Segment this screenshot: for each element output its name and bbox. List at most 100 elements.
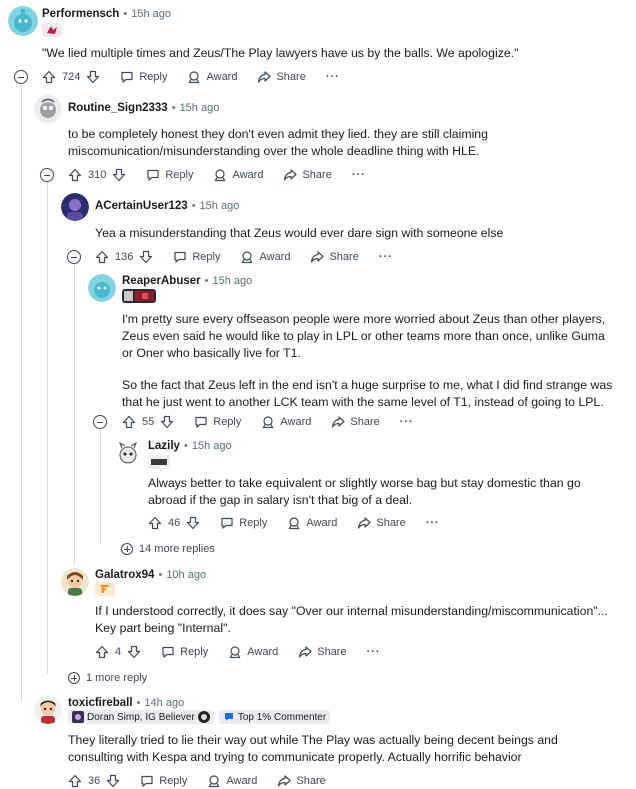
avatar[interactable]: [114, 439, 142, 467]
comment-text: I'm pretty sure every offseason people w…: [122, 312, 606, 360]
downvote-icon[interactable]: [160, 415, 174, 429]
share-icon: [277, 774, 291, 788]
reply-button[interactable]: Reply: [194, 415, 241, 429]
comment-meta: ACertainUser123 • 15h ago: [95, 199, 239, 213]
avatar[interactable]: [34, 696, 62, 724]
share-button[interactable]: Share: [331, 415, 380, 429]
avatar[interactable]: [8, 6, 38, 36]
more-replies-label: 1 more reply: [86, 672, 148, 684]
share-button[interactable]: Share: [257, 70, 306, 84]
award-button[interactable]: Award: [213, 168, 263, 182]
reply-icon: [146, 168, 160, 182]
more-options-button[interactable]: ···: [426, 517, 440, 529]
comment-meta: Routine_Sign2333 • 15h ago: [68, 101, 219, 115]
timestamp[interactable]: 15h ago: [180, 102, 220, 114]
collapse-thread-button[interactable]: [67, 250, 81, 264]
avatar[interactable]: [61, 193, 89, 221]
vote-controls: 136: [95, 250, 153, 264]
reply-button[interactable]: Reply: [146, 168, 193, 182]
award-button[interactable]: Award: [287, 516, 337, 530]
share-button[interactable]: Share: [277, 774, 326, 788]
more-options-button[interactable]: ···: [367, 646, 381, 658]
reply-button[interactable]: Reply: [161, 645, 208, 659]
reply-button[interactable]: Reply: [220, 516, 267, 530]
award-button[interactable]: Award: [240, 250, 290, 264]
timestamp[interactable]: 15h ago: [212, 275, 252, 287]
flair-team-icon: [197, 711, 210, 723]
thread-line: [100, 428, 101, 544]
comment-body: Yea a misunderstanding that Zeus would e…: [95, 225, 615, 242]
award-button[interactable]: Award: [261, 415, 311, 429]
collapse-thread-button[interactable]: [14, 70, 28, 84]
timestamp[interactable]: 14h ago: [144, 697, 184, 709]
reply-label: Reply: [192, 251, 221, 263]
award-icon: [228, 645, 242, 659]
username[interactable]: ACertainUser123: [95, 200, 188, 212]
share-label: Share: [296, 775, 326, 787]
collapse-thread-button[interactable]: [93, 415, 107, 429]
award-button[interactable]: Award: [228, 645, 278, 659]
avatar[interactable]: [34, 95, 62, 123]
award-button[interactable]: Award: [207, 774, 257, 788]
more-options-button[interactable]: ···: [379, 251, 393, 263]
timestamp[interactable]: 15h ago: [192, 440, 232, 452]
timestamp[interactable]: 15h ago: [131, 8, 171, 20]
share-button[interactable]: Share: [283, 168, 332, 182]
more-options-button[interactable]: ···: [326, 71, 340, 83]
upvote-icon[interactable]: [95, 250, 109, 264]
award-icon: [187, 70, 201, 84]
avatar[interactable]: [88, 274, 116, 302]
timestamp[interactable]: 15h ago: [200, 200, 240, 212]
downvote-icon[interactable]: [127, 645, 141, 659]
username[interactable]: Routine_Sign2333: [68, 102, 168, 114]
comment-text: "We lied multiple times and Zeus/The Pla…: [42, 46, 519, 60]
upvote-icon[interactable]: [68, 168, 82, 182]
user-flair: [122, 289, 156, 303]
thread-line: [21, 84, 22, 702]
comment-body: "We lied multiple times and Zeus/The Pla…: [42, 45, 622, 62]
top-commenter-badge: Top 1% Commenter: [218, 710, 331, 724]
username[interactable]: Galatrox94: [95, 569, 154, 581]
upvote-icon[interactable]: [42, 70, 56, 84]
reply-button[interactable]: Reply: [120, 70, 167, 84]
timestamp[interactable]: 10h ago: [166, 569, 206, 581]
flair-icon: [72, 711, 84, 723]
share-label: Share: [317, 646, 347, 658]
downvote-icon[interactable]: [106, 774, 120, 788]
upvote-icon[interactable]: [68, 774, 82, 788]
more-replies-button[interactable]: 1 more reply: [68, 672, 147, 684]
thread-line: [74, 264, 75, 564]
collapse-thread-button[interactable]: [40, 168, 54, 182]
upvote-icon[interactable]: [95, 645, 109, 659]
more-options-button[interactable]: ···: [352, 169, 366, 181]
share-button[interactable]: Share: [357, 516, 406, 530]
downvote-icon[interactable]: [139, 250, 153, 264]
badge-text: Top 1% Commenter: [237, 711, 327, 723]
comment-actions: 46 Reply Award Share ···: [148, 513, 460, 533]
comment-actions: 310 Reply Award Share ···: [68, 165, 386, 185]
downvote-icon[interactable]: [112, 168, 126, 182]
reply-button[interactable]: Reply: [140, 774, 187, 788]
username[interactable]: Lazily: [148, 440, 180, 452]
reply-button[interactable]: Reply: [173, 250, 220, 264]
username[interactable]: ReaperAbuser: [122, 275, 201, 287]
upvote-icon[interactable]: [122, 415, 136, 429]
comment-body: to be completely honest they don't even …: [68, 126, 488, 160]
share-label: Share: [302, 169, 332, 181]
user-flair: [148, 455, 170, 469]
downvote-icon[interactable]: [86, 70, 100, 84]
username[interactable]: Performensch: [42, 8, 119, 20]
separator-dot: •: [183, 440, 188, 452]
share-button[interactable]: Share: [298, 645, 347, 659]
more-options-button[interactable]: ···: [400, 416, 414, 428]
reply-label: Reply: [180, 646, 209, 658]
more-replies-button[interactable]: 14 more replies: [121, 543, 215, 555]
user-flair-row: Doran Simp, IG Believer Top 1% Commenter: [68, 710, 335, 724]
share-button[interactable]: Share: [310, 250, 359, 264]
upvote-icon[interactable]: [148, 516, 162, 530]
username[interactable]: toxicfireball: [68, 697, 133, 709]
award-button[interactable]: Award: [187, 70, 237, 84]
comment-meta: Galatrox94 • 10h ago: [95, 568, 206, 582]
downvote-icon[interactable]: [186, 516, 200, 530]
avatar[interactable]: [61, 568, 89, 596]
